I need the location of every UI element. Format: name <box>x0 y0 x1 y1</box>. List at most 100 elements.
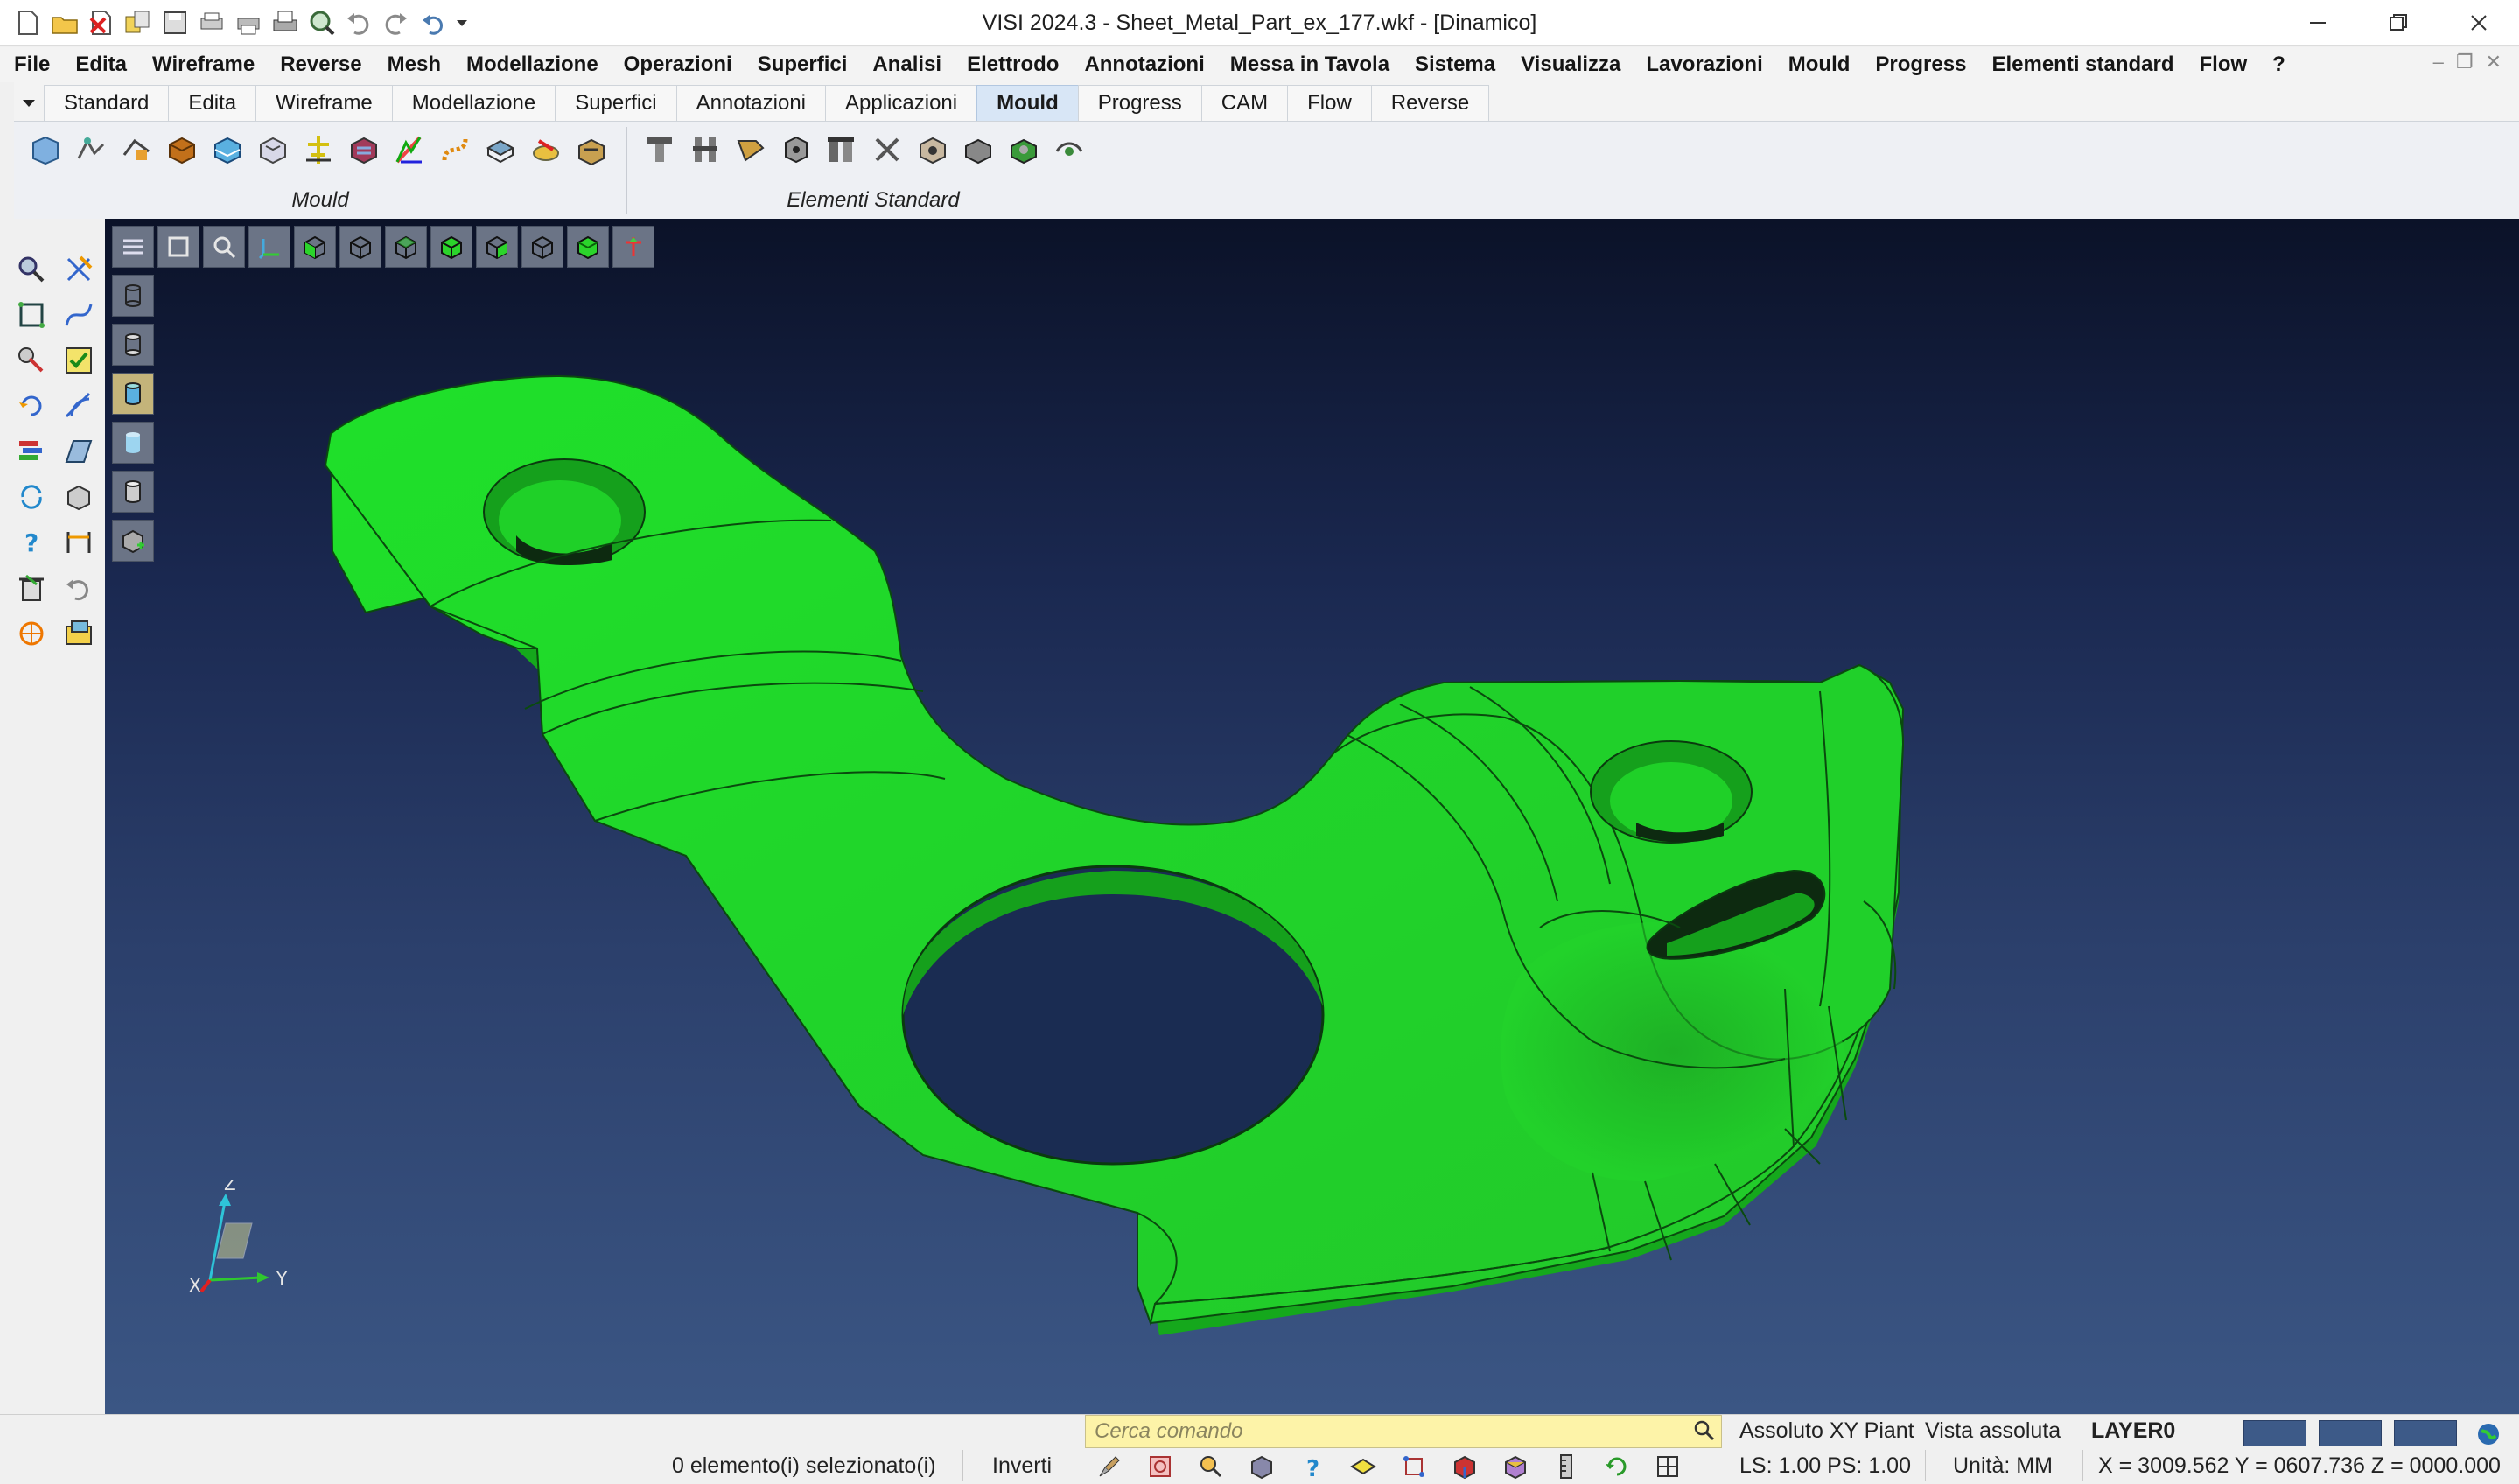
bounding-box-icon[interactable] <box>10 294 52 336</box>
grid-icon[interactable] <box>1648 1452 1687 1481</box>
menu-annotazioni[interactable]: Annotazioni <box>1084 52 1204 77</box>
spring-icon[interactable] <box>959 130 997 169</box>
status-help-icon[interactable]: ? <box>1293 1452 1332 1481</box>
menu-mesh[interactable]: Mesh <box>388 52 441 77</box>
web-tool-icon[interactable] <box>10 612 52 654</box>
tab-cam[interactable]: CAM <box>1200 85 1289 121</box>
dimension-icon[interactable] <box>58 522 100 564</box>
menu-operazioni[interactable]: Operazioni <box>624 52 732 77</box>
close-icon[interactable] <box>2439 0 2519 46</box>
core-block-icon[interactable] <box>208 130 247 169</box>
zoom-window-icon[interactable] <box>10 248 52 290</box>
grid-snap-icon[interactable] <box>1445 1452 1484 1481</box>
menu-elementi-standard[interactable]: Elementi standard <box>1991 52 2173 77</box>
color-swatch[interactable] <box>2319 1420 2382 1446</box>
screw-icon[interactable] <box>640 130 679 169</box>
coordinate-system-selector[interactable]: Assoluto XY Piant <box>1739 1418 1914 1444</box>
help-icon[interactable]: ? <box>10 522 52 564</box>
workplane-icon[interactable] <box>1344 1452 1382 1481</box>
sheet-metal-part[interactable] <box>105 219 2519 1414</box>
cavity-block-icon[interactable] <box>163 130 201 169</box>
insert-icon[interactable] <box>527 130 565 169</box>
menu-flow[interactable]: Flow <box>2200 52 2248 77</box>
search-icon[interactable] <box>1692 1418 1717 1447</box>
cooling-component-icon[interactable] <box>1004 130 1043 169</box>
split-line-icon[interactable] <box>72 130 110 169</box>
mdi-restore-icon[interactable]: ❐ <box>2456 51 2474 74</box>
menu-edita[interactable]: Edita <box>75 52 127 77</box>
tab-applicazioni[interactable]: Applicazioni <box>825 85 978 121</box>
menu-help[interactable]: ? <box>2272 52 2285 77</box>
rotate-icon[interactable] <box>10 385 52 427</box>
mould-base-icon[interactable] <box>26 130 65 169</box>
ruler-icon[interactable] <box>1547 1452 1585 1481</box>
menu-messa-in-tavola[interactable]: Messa in Tavola <box>1230 52 1389 77</box>
menu-reverse[interactable]: Reverse <box>280 52 361 77</box>
menu-modellazione[interactable]: Modellazione <box>466 52 598 77</box>
ejector-pin-icon[interactable] <box>731 130 770 169</box>
tab-modellazione[interactable]: Modellazione <box>391 85 556 121</box>
mould-plates-icon[interactable] <box>254 130 292 169</box>
color-swatch[interactable] <box>2394 1420 2457 1446</box>
menu-visualizza[interactable]: Visualizza <box>1521 52 1620 77</box>
mdi-close-icon[interactable]: ✕ <box>2486 51 2502 74</box>
undo-operation-icon[interactable] <box>58 567 100 609</box>
image-export-icon[interactable] <box>58 612 100 654</box>
locating-ring-icon[interactable] <box>913 130 952 169</box>
menu-file[interactable]: File <box>14 52 50 77</box>
menu-analisi[interactable]: Analisi <box>872 52 941 77</box>
tab-reverse[interactable]: Reverse <box>1370 85 1490 121</box>
menu-elettrodo[interactable]: Elettrodo <box>967 52 1059 77</box>
menu-lavorazioni[interactable]: Lavorazioni <box>1646 52 1762 77</box>
tab-progress[interactable]: Progress <box>1077 85 1202 121</box>
tab-mould[interactable]: Mould <box>976 85 1079 121</box>
restore-icon[interactable] <box>2358 0 2439 46</box>
slide-icon[interactable] <box>481 130 520 169</box>
tab-flow[interactable]: Flow <box>1287 85 1372 121</box>
filter-icon[interactable] <box>1141 1452 1179 1481</box>
solid-box-icon[interactable] <box>58 476 100 518</box>
command-search-input[interactable]: Cerca comando <box>1085 1415 1722 1448</box>
parting-surface-icon[interactable] <box>117 130 156 169</box>
tab-wireframe[interactable]: Wireframe <box>255 85 393 121</box>
invert-selection-button[interactable]: Inverti <box>992 1453 1052 1479</box>
plane-icon[interactable] <box>58 430 100 472</box>
arc-icon[interactable] <box>58 385 100 427</box>
menu-progress[interactable]: Progress <box>1875 52 1966 77</box>
delete-icon[interactable] <box>10 567 52 609</box>
tab-annotazioni[interactable]: Annotazioni <box>675 85 827 121</box>
sprue-bushing-icon[interactable] <box>777 130 815 169</box>
attributes-icon[interactable] <box>1242 1452 1281 1481</box>
tab-edita[interactable]: Edita <box>168 85 257 121</box>
curve-edit-icon[interactable] <box>58 294 100 336</box>
dowel-pin-icon[interactable] <box>686 130 724 169</box>
regenerate-icon[interactable] <box>1598 1452 1636 1481</box>
guide-pillar-icon[interactable] <box>822 130 861 169</box>
runner-icon[interactable] <box>436 130 474 169</box>
menu-sistema[interactable]: Sistema <box>1415 52 1495 77</box>
view-selector[interactable]: Vista assoluta <box>1925 1418 2061 1444</box>
measure-icon[interactable] <box>10 340 52 382</box>
mdi-minimize-icon[interactable]: – <box>2433 51 2444 74</box>
lifter-icon[interactable] <box>572 130 611 169</box>
menu-wireframe[interactable]: Wireframe <box>152 52 255 77</box>
color-swatch[interactable] <box>2243 1420 2306 1446</box>
refresh-icon[interactable] <box>10 476 52 518</box>
check-icon[interactable] <box>58 340 100 382</box>
ribbon-dropdown-icon[interactable] <box>14 86 44 121</box>
tools-icon[interactable] <box>868 130 906 169</box>
ejector-icon[interactable] <box>299 130 338 169</box>
draft-analysis-icon[interactable] <box>390 130 429 169</box>
tab-superfici[interactable]: Superfici <box>555 85 677 121</box>
cooling-icon[interactable] <box>345 130 383 169</box>
tab-standard[interactable]: Standard <box>44 85 170 121</box>
view-component-icon[interactable] <box>1050 130 1088 169</box>
menu-superfici[interactable]: Superfici <box>758 52 848 77</box>
brush-icon[interactable] <box>1090 1452 1129 1481</box>
select-filter-icon[interactable] <box>1192 1452 1230 1481</box>
minimize-icon[interactable] <box>2278 0 2358 46</box>
trim-icon[interactable] <box>58 248 100 290</box>
menu-mould[interactable]: Mould <box>1788 52 1851 77</box>
layers-icon[interactable] <box>10 430 52 472</box>
layer-selector[interactable]: LAYER0 <box>2091 1418 2175 1444</box>
